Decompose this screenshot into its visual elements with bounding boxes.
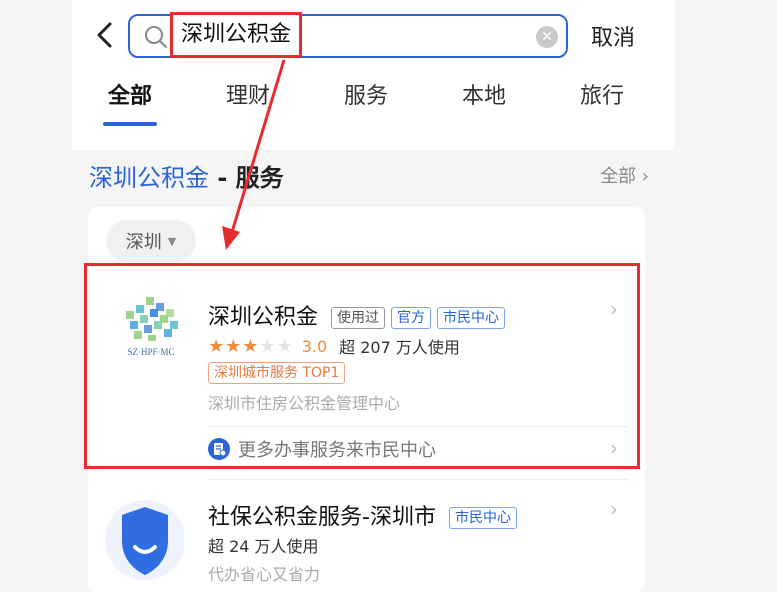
service-item[interactable]: SZ·HPF·MC 深圳公积金 使用过 官方 市民中心 ★ ★ ★ ★ ★ 3.0 … [84, 263, 645, 471]
document-icon [208, 438, 230, 460]
back-button[interactable] [90, 20, 120, 50]
service-name: 深圳公积金 [208, 305, 319, 330]
chevron-right-icon: › [641, 166, 649, 187]
service-provider: 深圳市住房公积金管理中心 [208, 394, 401, 413]
divider [208, 426, 628, 427]
service-item[interactable]: 社保公积金服务-深圳市 市民中心 超 24 万人使用 代办省心又省力 › [88, 477, 645, 592]
search-icon [145, 26, 167, 48]
chevron-right-icon: › [610, 297, 618, 321]
section-more-label: 全部 [600, 166, 637, 187]
ranking-badge: 深圳城市服务 TOP1 [208, 362, 346, 384]
svg-text:SZ·HPF·MC: SZ·HPF·MC [127, 347, 174, 357]
top-bar: 深圳公积金 ✕ 取消 全部 理财 服务 本地 旅行 [72, 0, 674, 150]
usage-count: 超 24 万人使用 [208, 537, 319, 556]
rating-score: 3.0 [301, 336, 328, 356]
tab-local[interactable]: 本地 [462, 78, 506, 110]
tab-all[interactable]: 全部 [108, 78, 152, 110]
star-icon: ★ [208, 335, 225, 357]
city-filter-dropdown[interactable]: 深圳 ▼ [106, 220, 196, 262]
rating-row: ★ ★ ★ ★ ★ 3.0 超 207 万人使用 [208, 334, 460, 358]
service-name-line: 深圳公积金 使用过 官方 市民中心 [208, 299, 506, 331]
shield-smile-icon [106, 500, 184, 580]
badge-wrap: 深圳城市服务 TOP1 [208, 362, 346, 384]
star-icon: ★ [276, 335, 293, 357]
tag-used: 使用过 [331, 307, 386, 329]
star-icon: ★ [242, 335, 259, 357]
city-filter-label: 深圳 [125, 232, 162, 253]
service-name-line: 社保公积金服务-深圳市 市民中心 [208, 499, 517, 531]
tag-citizen-center: 市民中心 [437, 307, 506, 329]
section-title-keyword: 深圳公积金 [89, 164, 209, 192]
services-card: 深圳 ▼ SZ·HPF·MC 深圳公积金 使用过 官方 市民中心 ★ ★ ★ ★… [84, 207, 645, 592]
tag-official: 官方 [391, 307, 432, 329]
section-title-suffix: - 服务 [209, 164, 284, 192]
caret-down-icon: ▼ [167, 234, 177, 248]
szhpfmc-logo: SZ·HPF·MC [126, 297, 178, 357]
more-services-label: 更多办事服务来市民中心 [238, 440, 436, 461]
star-icon: ★ [259, 335, 276, 357]
search-results-page: 深圳公积金 ✕ 取消 全部 理财 服务 本地 旅行 深圳公积金 - 服务 全部 … [72, 0, 674, 592]
section-more-link[interactable]: 全部 › [600, 162, 649, 188]
tag-citizen-center: 市民中心 [448, 507, 517, 529]
section-header: 深圳公积金 - 服务 全部 › [89, 158, 649, 192]
usage-count: 超 207 万人使用 [339, 338, 460, 357]
divider [208, 479, 628, 480]
tab-finance[interactable]: 理财 [226, 78, 270, 110]
more-services-link[interactable]: 更多办事服务来市民中心 [208, 436, 436, 462]
tab-services[interactable]: 服务 [344, 78, 388, 110]
chevron-right-icon: › [610, 497, 618, 521]
active-tab-indicator [103, 122, 157, 126]
clear-input-button[interactable]: ✕ [536, 26, 558, 48]
tab-travel[interactable]: 旅行 [580, 78, 624, 110]
service-description: 代办省心又省力 [208, 565, 321, 584]
chevron-left-icon [97, 22, 112, 48]
cancel-button[interactable]: 取消 [591, 20, 635, 52]
chevron-right-icon: › [610, 436, 618, 460]
close-icon: ✕ [541, 29, 553, 45]
service-name: 社保公积金服务-深圳市 [208, 505, 436, 530]
star-icon: ★ [225, 335, 242, 357]
category-tabs: 全部 理财 服务 本地 旅行 [72, 78, 674, 128]
search-input[interactable]: 深圳公积金 [170, 12, 303, 58]
search-field[interactable]: 深圳公积金 ✕ [128, 12, 568, 58]
